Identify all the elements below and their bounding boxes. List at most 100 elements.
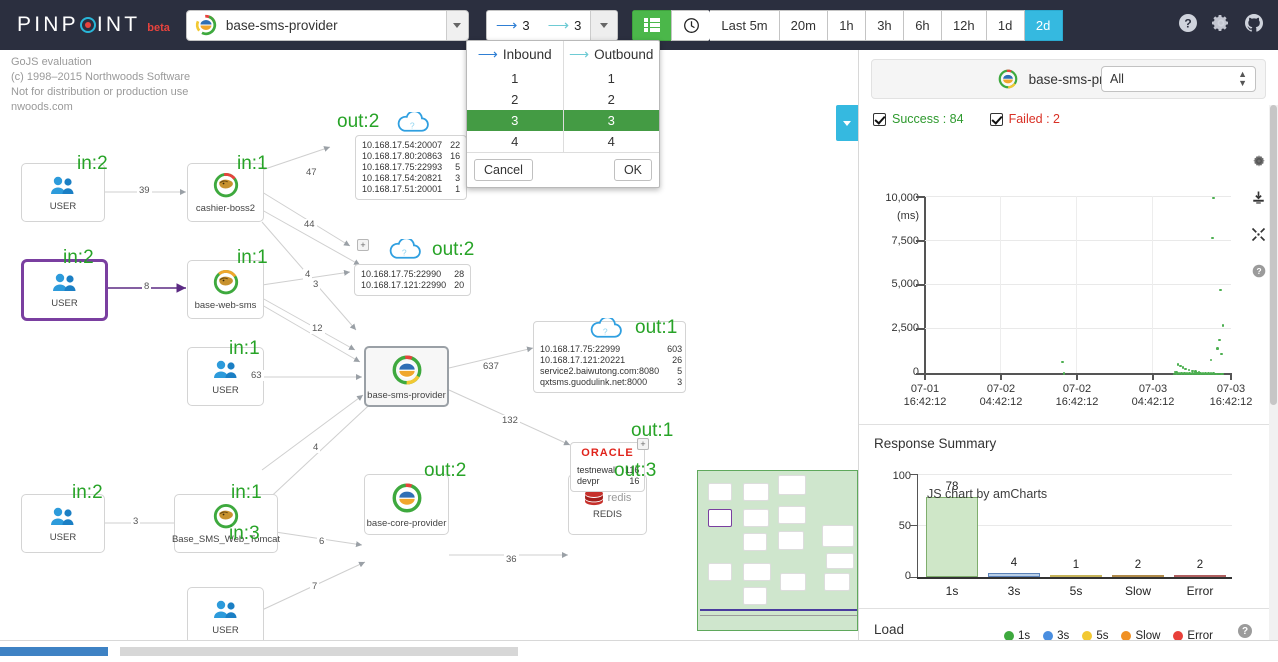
bar-5s[interactable] <box>1050 575 1102 577</box>
expand-plus-button[interactable]: + <box>357 239 369 251</box>
arrow-outbound-icon: ⟶ <box>569 46 590 62</box>
time-range-group[interactable]: Last 5m 20m 1h 3h 6h 12h 1d 2d <box>710 9 1063 41</box>
bar-Slow[interactable] <box>1112 574 1164 577</box>
bottom-status-bar <box>0 640 1278 662</box>
view-mode-toggle[interactable] <box>632 9 711 41</box>
load-legend-5s[interactable]: 5s <box>1082 630 1108 640</box>
ipbox-cloud-1[interactable]: 10.168.17.54:20007 22 10.168.17.80:20863 1… <box>355 135 468 200</box>
application-selector[interactable]: base-sms-provider <box>185 9 469 41</box>
inbound-count[interactable]: ⟶ 3 <box>487 11 539 40</box>
list-view-icon[interactable] <box>632 9 672 41</box>
help-icon[interactable]: ? <box>1238 624 1252 638</box>
load-legend-3s[interactable]: 3s <box>1043 630 1069 640</box>
inbound-outbound-selector[interactable]: ⟶ 3 ⟶ 3 <box>485 9 619 41</box>
node-base-sms-provider[interactable]: base-sms-provider <box>364 346 449 407</box>
github-icon[interactable] <box>1244 13 1264 38</box>
load-legend-error[interactable]: Error <box>1173 630 1213 640</box>
cancel-button[interactable]: Cancel <box>474 159 533 181</box>
scrollbar-thumb[interactable] <box>1270 105 1277 405</box>
ipbox-host: 10.168.17.54:20821 <box>362 173 443 183</box>
time-range-1d[interactable]: 1d <box>986 9 1025 41</box>
time-range-20m[interactable]: 20m <box>779 9 828 41</box>
bar-category-1s: 1s <box>945 584 959 598</box>
inout-dropdown-panel[interactable]: ⟶ Inbound 1 2 3 4 ⟶ Outbound 1 2 3 4 Can… <box>466 40 660 188</box>
inbound-option-2[interactable]: 2 <box>467 89 563 110</box>
detail-panel[interactable]: base-sms-provider All ▲ ▼ Success : 84 Fa… <box>858 50 1278 640</box>
time-range-3h[interactable]: 3h <box>865 9 904 41</box>
bar-1s[interactable] <box>926 496 978 577</box>
failed-checkbox[interactable] <box>989 112 1003 126</box>
edge-label-8: 8 <box>142 281 152 292</box>
load-legend-1s[interactable]: 1s <box>1004 630 1030 640</box>
time-range-12h[interactable]: 12h <box>941 9 987 41</box>
ipbox-row: 10.168.17.54:20821 3 <box>362 173 460 184</box>
tomcat-icon <box>213 172 238 197</box>
outbound-header-label: Outbound <box>594 47 654 62</box>
pinpoint-app-icon <box>392 483 421 512</box>
response-time-scatter-chart[interactable]: 10,000 (ms) 7,500 5,000 2,500 0 07-01 16… <box>859 185 1278 420</box>
minimap-node <box>708 509 732 527</box>
time-range-1h[interactable]: 1h <box>827 9 866 41</box>
ok-button[interactable]: OK <box>613 159 652 181</box>
expand-plus-button-oracle[interactable]: + <box>637 438 649 450</box>
load-section[interactable]: Load ? 1s 3s 5s Slow Error 30 JS chart b… <box>859 612 1278 640</box>
edge-label-4b: 4 <box>311 442 321 453</box>
diagram-minimap[interactable] <box>697 470 858 631</box>
node-badge-base-sms-web-tomcat: in:1 <box>231 482 262 503</box>
node-base-core-provider[interactable]: base-core-provider <box>364 474 449 535</box>
gridline <box>925 240 1231 241</box>
xtick-mark <box>1230 373 1232 380</box>
node-base-sms-web-tomcat[interactable]: Base_SMS_Web_Tomcat <box>171 494 281 553</box>
node-label: USER <box>212 384 239 396</box>
edge-label-39: 39 <box>137 185 152 196</box>
svg-text:?: ? <box>410 120 415 130</box>
inbound-column: ⟶ Inbound 1 2 3 4 <box>467 41 563 152</box>
header-icon-group: ? <box>1178 13 1264 38</box>
users-icon <box>51 176 74 194</box>
inbound-option-1[interactable]: 1 <box>467 68 563 89</box>
inbound-option-4[interactable]: 4 <box>467 131 563 152</box>
outbound-option-1[interactable]: 1 <box>564 68 660 89</box>
node-user-2[interactable]: USER <box>22 260 107 320</box>
load-legend-slow[interactable]: Slow <box>1121 630 1160 640</box>
node-user-5[interactable]: USER <box>187 587 264 640</box>
ipbox-cloud-2[interactable]: 10.168.17.75:22990 28 10.168.17.121:22990… <box>354 264 472 296</box>
settings-gear-icon[interactable] <box>1252 154 1266 173</box>
response-summary-bar-chart[interactable]: 100 50 0 78 4 1 2 2 JS chart by amCharts 1s … <box>859 460 1278 610</box>
time-range-2d[interactable]: 2d <box>1024 9 1063 41</box>
detail-panel-scrollbar[interactable] <box>1269 105 1278 640</box>
help-icon[interactable]: ? <box>1178 13 1198 38</box>
outbound-count[interactable]: ⟶ 3 <box>539 11 591 40</box>
inbound-option-3[interactable]: 3 <box>467 110 563 131</box>
node-label: Base_SMS_Web_Tomcat <box>171 533 281 545</box>
edge-label-6: 6 <box>317 536 327 547</box>
node-label: USER <box>212 624 239 636</box>
users-icon <box>213 600 236 618</box>
settings-gear-icon[interactable] <box>1211 13 1231 38</box>
servicemap-diagram[interactable]: GoJS evaluation (c) 1998–2015 Northwoods… <box>0 50 858 640</box>
arrow-outbound-icon: ⟶ <box>547 17 570 34</box>
time-range-6h[interactable]: 6h <box>903 9 942 41</box>
outbound-option-4[interactable]: 4 <box>564 131 660 152</box>
response-summary-title: Response Summary <box>874 436 997 451</box>
bottom-progress-blue <box>0 647 108 656</box>
failed-checkbox-row[interactable]: Failed : 2 <box>989 112 1060 126</box>
clock-view-icon[interactable] <box>671 9 711 41</box>
bar-3s[interactable] <box>988 572 1040 577</box>
edge-label-3a: 3 <box>311 279 321 290</box>
inout-dropdown-toggle[interactable] <box>590 10 618 40</box>
load-legend: 1s 3s 5s Slow Error <box>1004 630 1213 640</box>
minimap-node <box>778 506 806 524</box>
success-checkbox-row[interactable]: Success : 84 <box>873 112 964 126</box>
outbound-option-2[interactable]: 2 <box>564 89 660 110</box>
chevron-down-icon[interactable] <box>445 10 468 40</box>
time-range-last5m[interactable]: Last 5m <box>710 9 780 41</box>
detail-panel-header: base-sms-provider All ▲ ▼ <box>871 59 1266 99</box>
success-checkbox[interactable] <box>873 112 886 126</box>
bar-Error[interactable] <box>1174 574 1226 577</box>
outbound-option-3[interactable]: 3 <box>563 110 659 131</box>
agent-filter-select[interactable]: All ▲ ▼ <box>1101 66 1256 92</box>
ipbox-count: 603 <box>667 344 683 354</box>
panel-collapse-toggle[interactable] <box>836 105 858 141</box>
scatter-ytick-0: 0 <box>912 366 919 378</box>
